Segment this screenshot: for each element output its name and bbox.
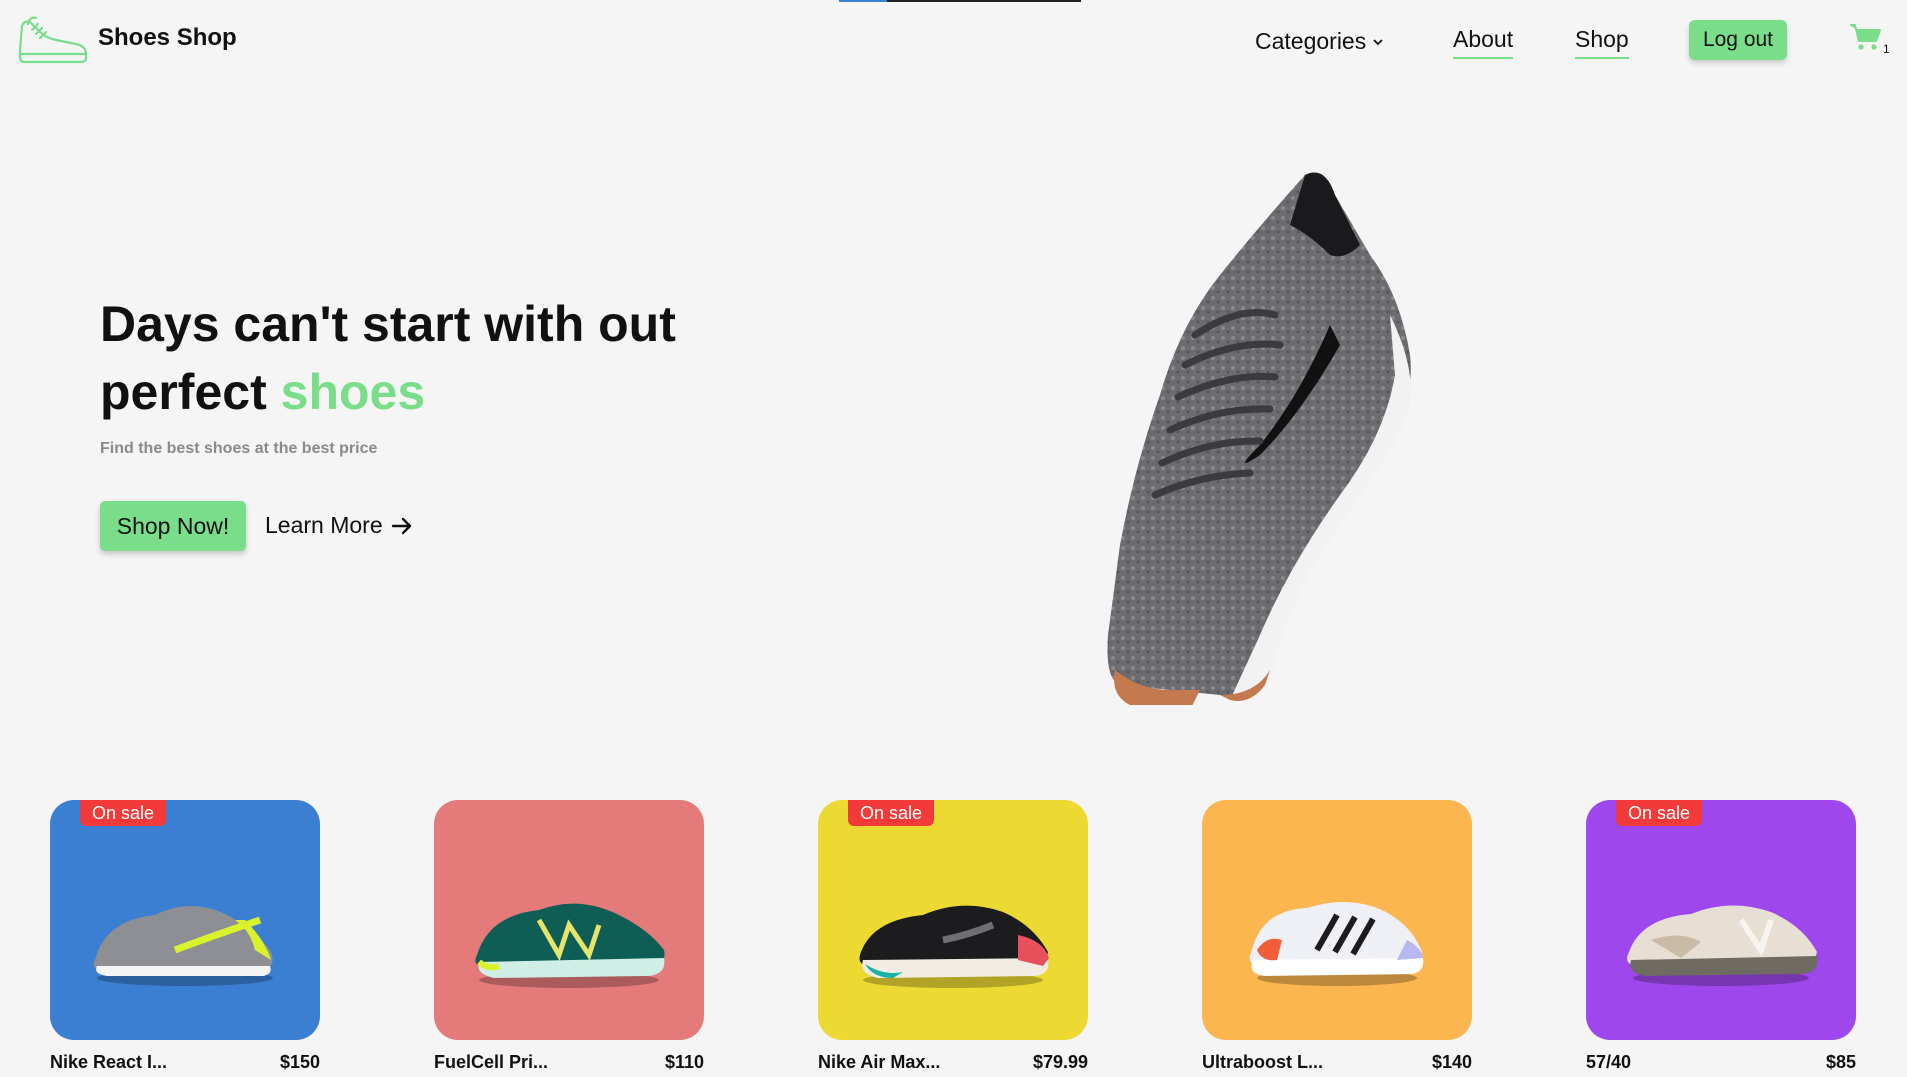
sneaker-product-image — [93, 906, 273, 986]
nav-shop-link[interactable]: Shop — [1575, 26, 1629, 59]
product-card[interactable]: FuelCell Pri... $110 — [434, 800, 704, 1073]
nav-categories-label: Categories — [1255, 28, 1367, 54]
product-price: $85 — [1825, 1052, 1856, 1072]
product-meta: Ultraboost L... $140 — [1202, 1052, 1472, 1073]
cart-button[interactable]: 1 — [1849, 22, 1890, 56]
hero-heading-accent: shoes — [280, 364, 426, 420]
product-name[interactable]: Nike React I... — [50, 1052, 167, 1073]
product-image[interactable]: On sale — [1586, 800, 1856, 1040]
product-name[interactable]: Nike Air Max... — [818, 1052, 940, 1073]
learn-more-link[interactable]: Learn More — [265, 512, 413, 539]
product-price: $140 — [1431, 1052, 1472, 1072]
sneaker-product-image — [859, 905, 1049, 988]
sneaker-product-image — [1249, 901, 1424, 986]
on-sale-badge: On sale — [848, 800, 935, 826]
product-meta: FuelCell Pri... $110 — [434, 1052, 704, 1073]
cart-count-badge: 1 — [1883, 42, 1890, 56]
product-card[interactable]: On sale 57/40 $85 — [1586, 800, 1856, 1073]
brand-logo[interactable]: Shoes Shop — [16, 10, 237, 66]
product-meta: 57/40 $85 — [1586, 1052, 1856, 1073]
arrow-right-icon — [391, 517, 411, 534]
product-price: $79.99 — [1032, 1052, 1088, 1072]
product-card[interactable]: On sale Nike Air Max... $79.99 — [818, 800, 1088, 1073]
logout-button[interactable]: Log out — [1689, 20, 1787, 60]
sneaker-logo-icon — [18, 16, 88, 64]
product-meta: Nike React I... $150 — [50, 1052, 320, 1073]
hero-heading-line1: Days can't start with out — [100, 296, 676, 352]
hero-heading-line2: perfect — [100, 364, 267, 420]
hero-shoe-image — [1107, 172, 1411, 705]
product-meta: Nike Air Max... $79.99 — [818, 1052, 1088, 1073]
product-image[interactable] — [1202, 800, 1472, 1040]
product-card[interactable]: On sale Nike React I... $150 — [50, 800, 320, 1073]
product-image[interactable]: On sale — [818, 800, 1088, 1040]
product-price: $150 — [279, 1052, 320, 1072]
on-sale-badge: On sale — [1616, 800, 1703, 826]
product-card[interactable]: Ultraboost L... $140 — [1202, 800, 1472, 1073]
nav-about-link[interactable]: About — [1453, 26, 1514, 59]
product-name[interactable]: FuelCell Pri... — [434, 1052, 548, 1073]
product-image[interactable]: On sale — [50, 800, 320, 1040]
learn-more-label: Learn More — [265, 512, 383, 538]
shop-now-button[interactable]: Shop Now! — [100, 501, 246, 551]
product-price: $110 — [664, 1052, 704, 1072]
site-header: Shoes Shop Categories About Shop Log out… — [0, 0, 1907, 84]
chevron-down-icon — [1373, 38, 1383, 45]
shopping-cart-icon — [1850, 24, 1881, 50]
hero-subtitle: Find the best shoes at the best price — [100, 440, 378, 457]
sneaker-product-image — [475, 903, 665, 988]
sneaker-product-image — [1627, 905, 1818, 986]
hero-heading: Days can't start with out perfect shoes — [100, 290, 800, 426]
product-name[interactable]: 57/40 — [1586, 1052, 1631, 1073]
product-image[interactable] — [434, 800, 704, 1040]
brand-name: Shoes Shop — [98, 24, 237, 51]
on-sale-badge: On sale — [80, 800, 167, 826]
product-name[interactable]: Ultraboost L... — [1202, 1052, 1323, 1073]
nav-categories-dropdown[interactable]: Categories — [1255, 28, 1384, 55]
